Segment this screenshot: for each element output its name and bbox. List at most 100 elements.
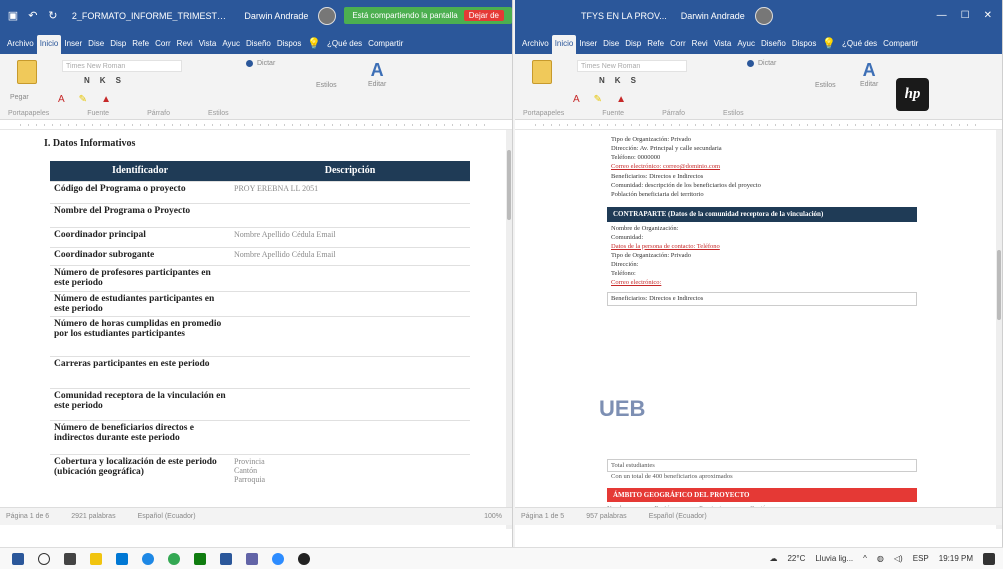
text-effects-icon[interactable]: ▲ [616, 94, 626, 105]
chevron-up-icon[interactable]: ^ [863, 554, 867, 563]
row-value[interactable]: PROY EREBNA LL 2051 [230, 180, 470, 203]
teams-icon[interactable] [246, 552, 258, 565]
text-effects-icon[interactable]: ▲ [101, 94, 111, 105]
styles-gallery-right[interactable]: Estilos [815, 82, 836, 89]
language-indicator[interactable]: Español (Ecuador) [138, 513, 196, 520]
highlight-icon[interactable]: ✎ [79, 94, 87, 105]
vertical-scrollbar-right[interactable] [996, 130, 1002, 529]
styles-gallery[interactable]: Estilos [316, 82, 337, 89]
search-icon[interactable] [38, 552, 50, 565]
tab-5[interactable]: Refe [129, 35, 152, 54]
undo-icon[interactable]: ↶ [26, 9, 40, 23]
tab-11[interactable]: Dispos [789, 35, 819, 54]
language-indicator[interactable]: Español (Ecuador) [649, 513, 707, 520]
font-color-icon[interactable]: A [58, 94, 65, 105]
row-value[interactable] [230, 290, 470, 316]
tab-13[interactable]: ¿Qué des [839, 35, 880, 54]
scroll-thumb[interactable] [997, 250, 1001, 320]
dictate-button[interactable]: Dictar [246, 60, 275, 67]
highlight-icon[interactable]: ✎ [594, 94, 602, 105]
tab-7[interactable]: Revi [689, 35, 711, 54]
underline-button[interactable]: S [116, 76, 121, 85]
tab-10[interactable]: Diseño [243, 35, 274, 54]
zoom-icon[interactable] [272, 552, 284, 565]
tab-9[interactable]: Ayuc [734, 35, 758, 54]
tab-4[interactable]: Disp [107, 35, 129, 54]
tab-5[interactable]: Refe [644, 35, 667, 54]
tab-2[interactable]: Inser [576, 35, 600, 54]
row-value[interactable] [230, 315, 470, 356]
paste-button-right[interactable] [529, 60, 555, 92]
tab-14[interactable]: Compartir [880, 35, 921, 54]
notifications-icon[interactable] [983, 552, 995, 565]
editar-button-right[interactable]: A Editar [860, 60, 878, 88]
row-value[interactable] [230, 264, 470, 291]
tab-14[interactable]: Compartir [365, 35, 406, 54]
tab-8[interactable]: Vista [196, 35, 220, 54]
tab-9[interactable]: Ayuc [219, 35, 243, 54]
row-value[interactable] [230, 419, 470, 454]
editar-button[interactable]: A Editar [368, 60, 386, 88]
italic-button[interactable]: K [615, 76, 621, 85]
dictate-button-right[interactable]: Dictar [747, 60, 776, 67]
row-value[interactable] [230, 355, 470, 388]
word-count[interactable]: 957 palabras [586, 513, 626, 520]
tab-6[interactable]: Corr [152, 35, 174, 54]
user-name[interactable]: Darwin Andrade [244, 11, 308, 21]
row-value[interactable]: Nombre Apellido Cédula Email [230, 246, 470, 265]
save-icon[interactable]: ▣ [6, 9, 20, 23]
underline-button[interactable]: S [631, 76, 636, 85]
volume-icon[interactable]: ◁) [894, 554, 903, 563]
row-value[interactable]: Nombre Apellido Cédula Email [230, 226, 470, 247]
font-color-icon[interactable]: A [573, 94, 580, 105]
tab-3[interactable]: Dise [600, 35, 622, 54]
document-page-right[interactable]: Tipo de Organización: Privado Dirección: … [607, 136, 917, 307]
scroll-thumb[interactable] [507, 150, 511, 220]
tab-3[interactable]: Dise [85, 35, 107, 54]
user-name-right[interactable]: Darwin Andrade [681, 11, 745, 21]
tab-2[interactable]: Inser [61, 35, 85, 54]
row-value[interactable] [230, 202, 470, 227]
font-name-box-right[interactable]: Times New Roman [577, 60, 687, 72]
maximize-icon[interactable]: ☐ [961, 10, 970, 21]
document-canvas-right[interactable]: Tipo de Organización: Privado Dirección: … [515, 130, 1002, 529]
task-view-icon[interactable] [64, 552, 76, 565]
tab-0[interactable]: Archivo [4, 35, 37, 54]
document-page[interactable]: I. Datos Informativos Identificador Desc… [34, 138, 474, 504]
stop-sharing-button[interactable]: Dejar de [463, 10, 504, 21]
edge-icon[interactable] [142, 552, 154, 565]
language-indicator[interactable]: ESP [913, 554, 929, 563]
word-count[interactable]: 2921 palabras [71, 513, 115, 520]
network-icon[interactable]: ◍ [877, 554, 884, 563]
lightbulb-icon[interactable]: 💡 [304, 33, 324, 54]
excel-icon[interactable] [194, 552, 206, 565]
windows-start-icon[interactable] [12, 552, 24, 565]
tab-10[interactable]: Diseño [758, 35, 789, 54]
italic-button[interactable]: K [100, 76, 106, 85]
bold-button[interactable]: N [599, 76, 605, 85]
redo-icon[interactable]: ↻ [46, 9, 60, 23]
document-canvas[interactable]: I. Datos Informativos Identificador Desc… [0, 130, 512, 529]
close-icon[interactable]: ✕ [984, 10, 992, 21]
file-explorer-icon[interactable] [90, 552, 102, 565]
store-icon[interactable] [116, 552, 128, 565]
weather-temp[interactable]: 22°C [787, 554, 805, 563]
zoom-level[interactable]: 100% [484, 513, 512, 520]
avatar[interactable] [318, 6, 337, 25]
page-count[interactable]: Página 1 de 5 [521, 513, 564, 520]
tab-6[interactable]: Corr [667, 35, 689, 54]
tab-1[interactable]: Inicio [36, 35, 62, 54]
page-count[interactable]: Página 1 de 6 [6, 513, 49, 520]
tab-7[interactable]: Revi [174, 35, 196, 54]
tab-1[interactable]: Inicio [551, 35, 577, 54]
font-name-box[interactable]: Times New Roman [62, 60, 182, 72]
paste-button[interactable] [14, 60, 40, 92]
minimize-icon[interactable]: — [937, 10, 947, 21]
tab-4[interactable]: Disp [622, 35, 644, 54]
word-icon[interactable] [220, 552, 232, 565]
bold-button[interactable]: N [84, 76, 90, 85]
avatar-right[interactable] [754, 6, 773, 25]
obs-icon[interactable] [298, 552, 310, 565]
chrome-icon[interactable] [168, 552, 180, 565]
clock[interactable]: 19:19 PM [939, 554, 973, 563]
